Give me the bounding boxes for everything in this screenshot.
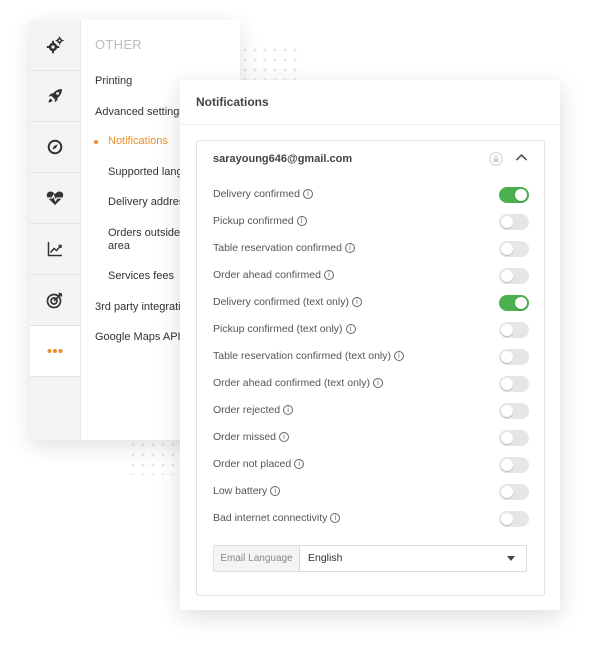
dot-pattern	[128, 440, 180, 475]
gears-icon	[46, 36, 64, 54]
menu-item-services-fees[interactable]: Services fees	[108, 270, 174, 282]
notification-label: Order not placed i	[213, 458, 305, 470]
menu-item-3rd-party-integrations[interactable]: 3rd party integratio	[95, 301, 187, 313]
caret-down-icon	[507, 556, 515, 561]
rail-item-launch[interactable]	[30, 71, 80, 122]
info-icon: i	[373, 378, 383, 388]
notification-row: Order ahead confirmed (text only) i	[213, 374, 531, 394]
rail-item-other[interactable]	[30, 326, 80, 377]
info-icon: i	[279, 432, 290, 442]
menu-item-advanced-settings[interactable]: Advanced settings	[95, 106, 185, 118]
notification-label: Delivery confirmed (text only) i	[213, 296, 362, 308]
heart-pulse-icon	[46, 191, 64, 205]
panel-header: Notifications	[180, 80, 560, 125]
account-notifications-box: sarayoung646@gmail.com Delivery confirme…	[196, 140, 545, 596]
menu-heading: OTHER	[95, 37, 142, 52]
notification-row: Pickup confirmed (text only) i	[213, 320, 531, 340]
rail-item-goals[interactable]	[30, 275, 80, 326]
info-icon: i	[394, 351, 404, 361]
rail-item-health[interactable]	[30, 173, 80, 224]
notification-row: Order rejected i	[213, 401, 531, 421]
notification-row: Delivery confirmed i	[213, 185, 531, 205]
notification-label: Low battery i	[213, 485, 281, 497]
info-icon: i	[302, 189, 313, 199]
compass-icon	[47, 139, 63, 155]
notification-label: Table reservation confirmed (text only) i	[213, 350, 404, 362]
dot-pattern	[240, 45, 300, 80]
notification-row: Order ahead confirmed i	[213, 266, 531, 286]
notification-label: Bad internet connectivity i	[213, 512, 341, 524]
panel-title: Notifications	[196, 95, 269, 109]
notification-toggle[interactable]	[499, 484, 529, 500]
notifications-panel: Notifications sarayoung646@gmail.com Del…	[180, 80, 560, 610]
rail-item-general[interactable]	[30, 20, 80, 71]
notification-row: Pickup confirmed i	[213, 212, 531, 232]
menu-item-supported-languages[interactable]: Supported langu	[108, 166, 189, 178]
notification-label: Order missed i	[213, 431, 290, 443]
info-icon: i	[351, 297, 362, 307]
email-language-label: Email Language	[214, 546, 300, 571]
notification-toggle[interactable]	[499, 241, 529, 257]
notification-toggle[interactable]	[499, 403, 529, 419]
info-icon: i	[344, 243, 355, 253]
notification-label: Pickup confirmed (text only) i	[213, 323, 356, 335]
notification-toggle[interactable]	[499, 376, 529, 392]
notification-toggle[interactable]	[499, 322, 529, 338]
notification-label: Order ahead confirmed i	[213, 269, 334, 281]
account-email: sarayoung646@gmail.com	[213, 153, 353, 165]
email-language-value: English	[308, 552, 343, 564]
rail-item-explore[interactable]	[30, 122, 80, 173]
info-icon: i	[323, 270, 334, 280]
notification-label: Pickup confirmed i	[213, 215, 307, 227]
info-icon: i	[330, 513, 341, 523]
notification-toggle[interactable]	[499, 457, 529, 473]
notification-toggle[interactable]	[499, 430, 529, 446]
notification-label: Table reservation confirmed i	[213, 242, 355, 254]
active-bullet	[94, 140, 98, 144]
chart-icon	[47, 242, 62, 257]
info-icon: i	[345, 324, 356, 334]
notification-row: Table reservation confirmed i	[213, 239, 531, 259]
notification-row: Table reservation confirmed (text only) i	[213, 347, 531, 367]
target-icon	[46, 292, 63, 309]
info-icon: i	[270, 486, 281, 496]
notification-row: Order missed i	[213, 428, 531, 448]
info-icon: i	[283, 405, 294, 415]
notification-label: Order ahead confirmed (text only) i	[213, 377, 383, 389]
menu-item-google-maps-api-key[interactable]: Google Maps API K	[95, 331, 191, 343]
notification-toggle[interactable]	[499, 268, 529, 284]
notification-toggle[interactable]	[499, 187, 529, 203]
menu-item-notifications[interactable]: Notifications	[108, 135, 168, 147]
info-icon: i	[294, 459, 305, 469]
email-language-select[interactable]: Email Language English	[213, 545, 527, 572]
rocket-icon	[48, 89, 62, 103]
chevron-up-icon[interactable]	[515, 152, 528, 162]
notification-row: Order not placed i	[213, 455, 531, 475]
notification-label: Order rejected i	[213, 404, 294, 416]
menu-item-orders-outside-area[interactable]: Orders outside d	[108, 227, 189, 239]
info-icon: i	[296, 216, 307, 226]
notification-toggle[interactable]	[499, 214, 529, 230]
lock-icon	[489, 152, 503, 166]
menu-item-delivery-address[interactable]: Delivery address	[108, 196, 190, 208]
notification-label: Delivery confirmed i	[213, 188, 313, 200]
notification-row: Low battery i	[213, 482, 531, 502]
settings-icon-rail	[30, 20, 81, 440]
more-dots-icon	[47, 349, 63, 353]
notification-toggle[interactable]	[499, 511, 529, 527]
rail-item-analytics[interactable]	[30, 224, 80, 275]
menu-item-printing[interactable]: Printing	[95, 75, 132, 87]
notification-toggle[interactable]	[499, 295, 529, 311]
notification-toggle[interactable]	[499, 349, 529, 365]
menu-item-orders-outside-area-line2[interactable]: area	[108, 240, 130, 252]
notification-row: Bad internet connectivity i	[213, 509, 531, 529]
notification-row: Delivery confirmed (text only) i	[213, 293, 531, 313]
